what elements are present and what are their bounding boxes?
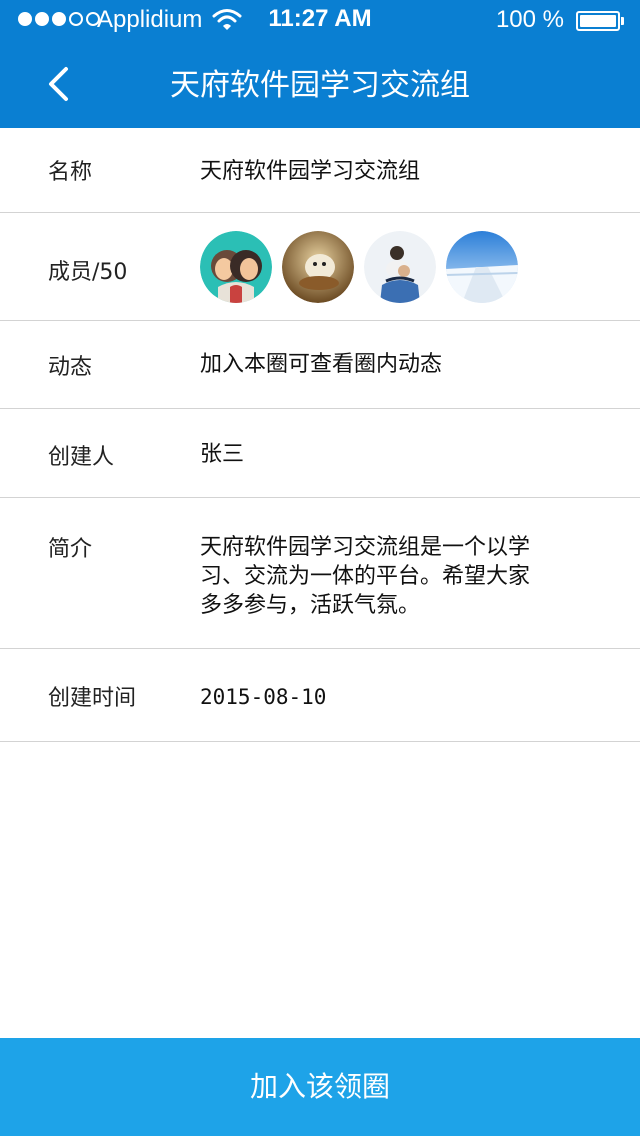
battery-icon: [576, 11, 620, 31]
intro-text: 天府软件园学习交流组是一个以学 习、交流为一体的平台。希望大家 多多参与，活跃气…: [200, 533, 580, 620]
member-avatar[interactable]: [446, 231, 518, 303]
join-circle-button[interactable]: 加入该领圈: [0, 1038, 640, 1136]
group-detail-list: 名称 天府软件园学习交流组 成员/50 动态 加入本圈可查看圈内动态 创建人 张…: [0, 128, 640, 742]
row-name: 名称 天府软件园学习交流组: [0, 128, 640, 213]
row-creator: 创建人 张三: [0, 409, 640, 498]
row-label-members: 成员/50: [48, 260, 128, 285]
row-label-name: 名称: [48, 160, 93, 185]
member-avatars: [200, 231, 518, 303]
row-label-created: 创建时间: [48, 686, 137, 711]
member-avatar[interactable]: [200, 231, 272, 303]
battery-tip: [621, 17, 624, 25]
member-avatar[interactable]: [282, 231, 354, 303]
page-title: 天府软件园学习交流组: [170, 68, 470, 103]
creator-value: 张三: [200, 442, 245, 467]
battery-fill: [580, 15, 616, 27]
battery-percent: 100 %: [495, 6, 564, 33]
nav-bar: 天府软件园学习交流组: [0, 40, 640, 128]
intro-line: 习、交流为一体的平台。希望大家: [200, 564, 531, 589]
row-label-creator: 创建人: [48, 445, 115, 470]
created-date-value: 2015-08-10: [200, 685, 327, 709]
row-activity: 动态 加入本圈可查看圈内动态: [0, 321, 640, 409]
row-label-intro: 简介: [48, 537, 93, 562]
app-header: Applidium 11:27 AM 100 % 天府软件园学习交流组: [0, 0, 640, 128]
chevron-left-icon: [49, 67, 68, 101]
intro-line: 天府软件园学习交流组是一个以学: [200, 535, 531, 560]
back-button[interactable]: [30, 58, 86, 110]
group-name-value: 天府软件园学习交流组: [200, 159, 421, 184]
activity-value: 加入本圈可查看圈内动态: [200, 352, 443, 377]
status-bar: Applidium 11:27 AM 100 %: [0, 0, 640, 40]
row-label-activity: 动态: [48, 355, 93, 380]
row-created-date: 创建时间 2015-08-10: [0, 649, 640, 742]
member-avatar[interactable]: [364, 231, 436, 303]
intro-line: 多多参与，活跃气氛。: [200, 593, 421, 618]
row-intro: 简介 天府软件园学习交流组是一个以学 习、交流为一体的平台。希望大家 多多参与，…: [0, 498, 640, 649]
row-members[interactable]: 成员/50: [0, 213, 640, 321]
